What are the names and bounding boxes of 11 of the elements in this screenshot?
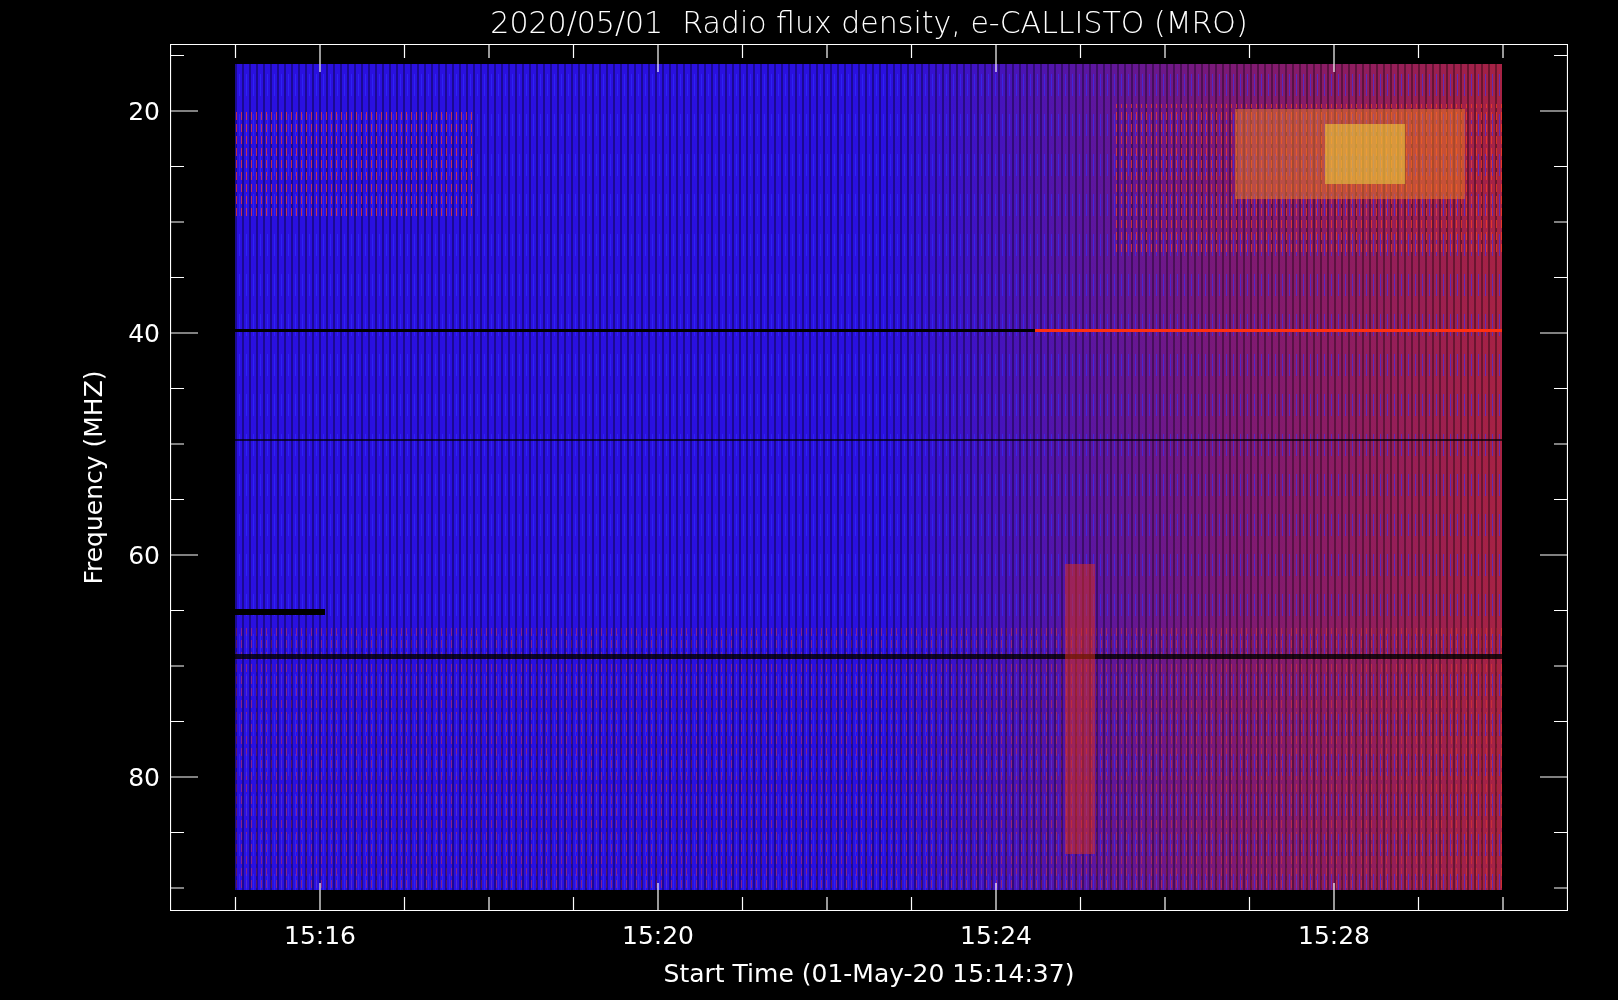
chart-title: 2020/05/01 Radio flux density, e-CALLISTO (MRO) [490,4,1248,40]
x-tick-label: 15:16 [284,921,356,950]
x-tick-label: 15:24 [960,921,1032,950]
y-tick-label: 60 [128,540,160,570]
x-tick-label: 15:28 [1298,921,1370,950]
y-tick-label: 80 [128,762,160,792]
y-tick-label: 40 [128,318,160,348]
x-axis-label: Start Time (01-May-20 15:14:37) [663,959,1075,988]
y-axis-label: Frequency (MHZ) [78,370,108,585]
x-tick-label: 15:20 [622,921,694,950]
y-tick-label: 20 [128,96,160,126]
